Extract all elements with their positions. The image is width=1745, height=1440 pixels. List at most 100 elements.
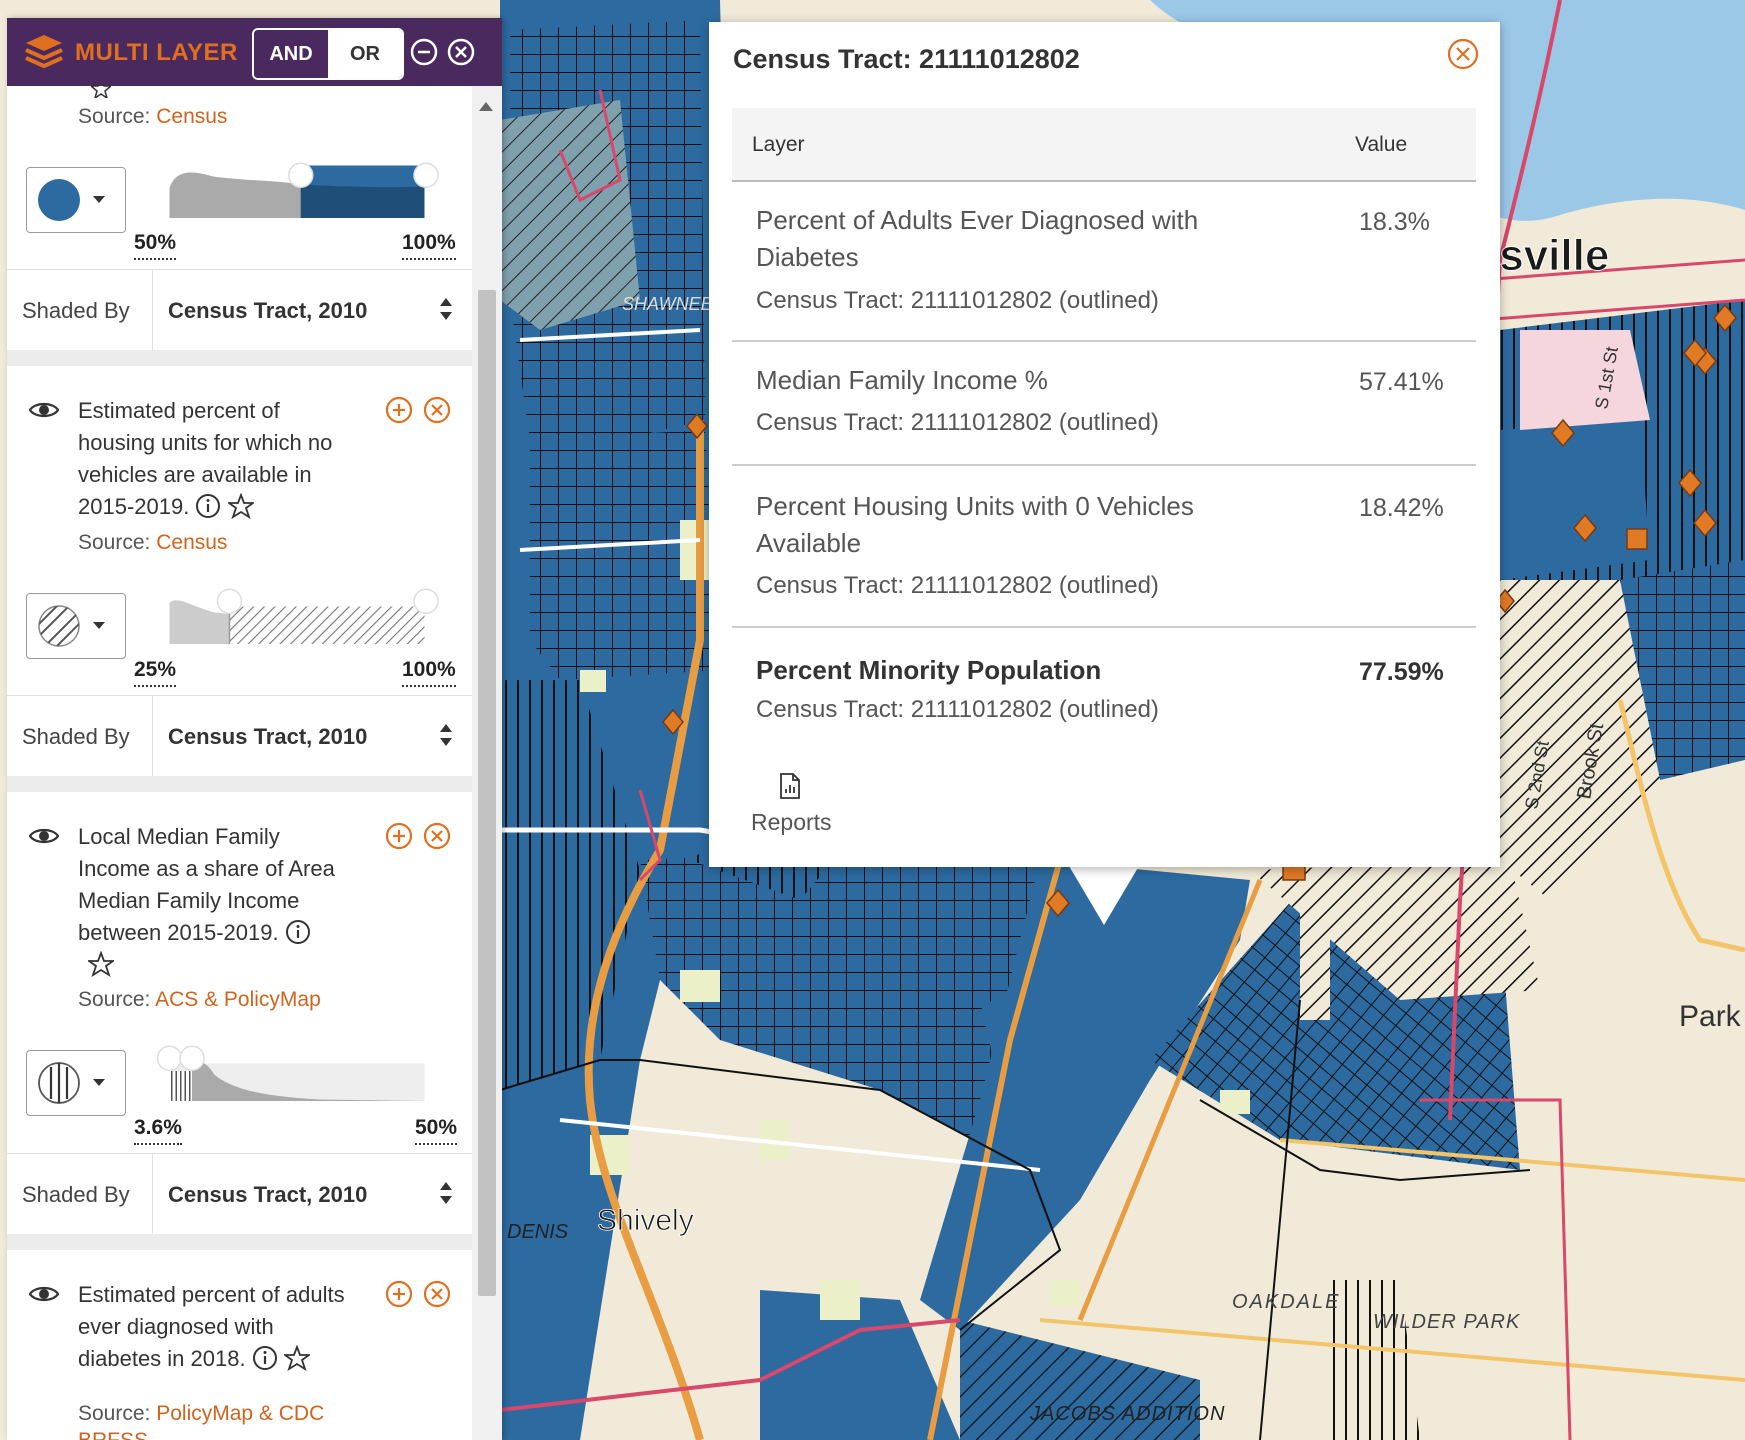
remove-layer-icon[interactable] [423,1280,451,1308]
remove-layer-icon[interactable] [423,396,451,424]
star-icon[interactable] [88,951,114,977]
info-icon[interactable] [252,1345,278,1371]
layer-3-range-histogram[interactable] [127,1041,467,1101]
row-layer-name: Percent Housing Units with 0 Vehicles Av… [756,491,1194,558]
star-icon[interactable] [91,84,111,98]
table-row: Percent Minority Population Census Tract… [732,628,1476,748]
layer-3-max-value[interactable]: 50% [415,1116,458,1145]
scroll-up-arrow-icon[interactable] [479,102,493,111]
layer-2-max-value[interactable]: 100% [402,658,456,687]
panel-header: MULTI LAYER AND OR [7,18,502,86]
source-link[interactable]: Census [156,531,227,554]
popup-pointer [1069,866,1139,925]
map-label-denis: DENIS [507,1221,569,1243]
popup-table: Layer Value Percent of Adults Ever Diagn… [732,108,1476,748]
table-row: Percent of Adults Ever Diagnosed with Di… [732,182,1476,342]
popup-table-header: Layer Value [732,108,1476,182]
hatch-fill-swatch-icon [38,605,80,647]
source-link[interactable]: ACS & PolicyMap [155,988,321,1011]
and-button[interactable]: AND [254,30,328,78]
row-layer-name: Percent Minority Population [756,655,1102,685]
range-min-handle[interactable] [216,588,243,614]
shaded-by-label: Shaded By [22,298,130,323]
visibility-eye-icon[interactable] [29,1283,59,1305]
report-document-icon[interactable] [779,772,801,800]
range-min-handle[interactable] [288,162,314,188]
range-max-handle[interactable] [179,1045,205,1071]
map-label-wilder-park: WILDER PARK [1373,1311,1521,1333]
layer-2-range-histogram[interactable] [127,584,467,644]
remove-layer-icon[interactable] [423,822,451,850]
panel-scrollbar[interactable] [472,86,502,1440]
layer-3-title: Local Median Family Income as a share of… [78,821,348,981]
layer-1-shaded-by: Shaded By Census Tract, 2010 [7,269,472,350]
panel-title: MULTI LAYER [75,39,238,66]
source-prefix: Source: [78,531,151,554]
select-arrows-icon [440,724,452,746]
add-layer-icon[interactable] [385,1280,413,1308]
census-tract-popup: Census Tract: 21111012802 Layer Value Pe… [709,22,1500,867]
layer-2-min-value[interactable]: 25% [134,658,177,687]
layer-1-source: Source: Census [78,105,227,129]
shaded-by-select[interactable]: Census Tract, 2010 [152,696,473,776]
shaded-by-select[interactable]: Census Tract, 2010 [152,270,473,350]
layer-2-style-button[interactable] [26,593,126,659]
layer-divider [7,350,472,366]
or-button[interactable]: OR [328,30,402,78]
layer-2-title: Estimated percent of housing units for w… [78,395,348,523]
close-icon[interactable] [447,38,475,66]
reports-button[interactable]: Reports [751,809,832,836]
multi-layer-panel: MULTI LAYER AND OR Source: Census 50% 10… [7,18,502,1440]
source-link[interactable]: Census [156,105,227,128]
shaded-by-label: Shaded By [22,724,130,749]
shaded-by-select[interactable]: Census Tract, 2010 [152,1154,473,1234]
layer-1-range-histogram[interactable] [127,158,467,218]
add-layer-icon[interactable] [385,396,413,424]
row-layer-sub: Census Tract: 21111012802 (outlined) [756,409,1159,436]
select-arrows-icon [440,298,452,320]
col-layer-header: Layer [752,133,805,156]
row-layer-name: Percent of Adults Ever Diagnosed with Di… [756,205,1199,272]
map-label-jacobs-addition: JACOBS ADDITION [1029,1403,1225,1425]
solid-fill-swatch-icon [38,179,80,221]
visibility-eye-icon[interactable] [29,399,59,421]
source-prefix: Source: [78,988,151,1011]
row-value: 77.59% [1359,658,1444,686]
scroll-thumb[interactable] [478,290,496,1296]
collapse-icon[interactable] [410,38,438,66]
map-label-shively: Shively [597,1204,694,1237]
chevron-down-icon [93,196,105,203]
range-min-handle[interactable] [156,1045,183,1071]
map-label-shawnee: SHAWNEE [622,294,714,314]
info-icon[interactable] [195,493,221,519]
table-row: Median Family Income % Census Tract: 211… [732,342,1476,466]
range-max-handle[interactable] [413,588,439,614]
info-icon[interactable] [285,919,311,945]
chevron-down-icon [93,1079,105,1086]
visibility-eye-icon[interactable] [29,825,59,847]
row-value: 57.41% [1359,368,1444,396]
layer-3-min-value[interactable]: 3.6% [134,1116,182,1145]
add-layer-icon[interactable] [385,822,413,850]
layer-1-min-value[interactable]: 50% [134,231,177,260]
close-icon[interactable] [1447,38,1479,70]
source-prefix: Source: [78,1402,151,1425]
layer-3-source: Source: ACS & PolicyMap [78,988,321,1012]
layer-1-style-button[interactable] [26,167,126,233]
range-max-handle[interactable] [413,162,439,188]
star-icon[interactable] [227,493,254,519]
row-value: 18.3% [1359,208,1430,236]
row-layer-sub: Census Tract: 21111012802 (outlined) [756,696,1159,723]
star-icon[interactable] [283,1345,310,1371]
layer-3-style-button[interactable] [26,1050,126,1116]
row-layer-sub: Census Tract: 21111012802 (outlined) [756,287,1159,314]
shaded-by-value: Census Tract, 2010 [168,298,368,323]
layer-divider [7,1234,472,1250]
layer-1-max-value[interactable]: 100% [402,231,456,260]
layers-icon [25,35,63,69]
select-arrows-icon [440,1182,452,1204]
layer-4-source: Source: PolicyMap & CDC BRFSS [78,1400,358,1440]
row-layer-name: Median Family Income % [756,365,1048,395]
chevron-down-icon [93,622,105,629]
layer-2-source: Source: Census [78,531,227,555]
